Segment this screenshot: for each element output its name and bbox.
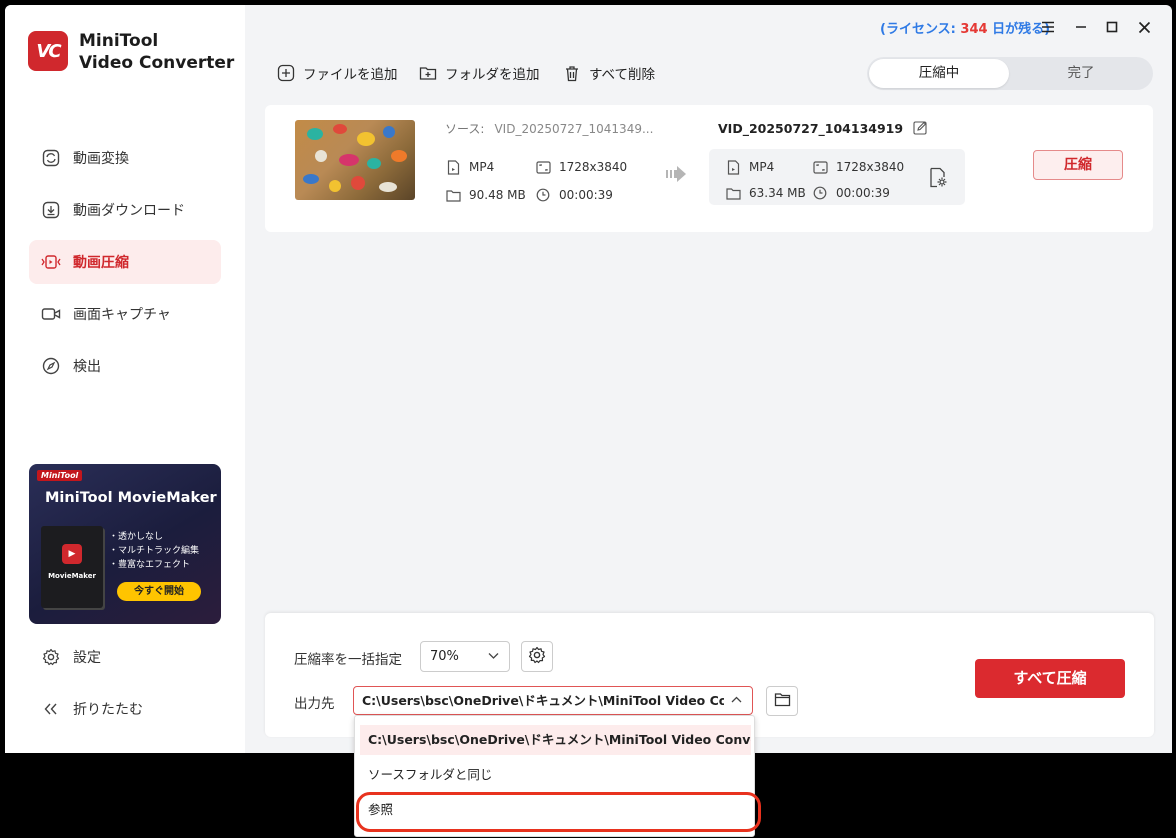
open-folder-button[interactable] — [766, 686, 798, 716]
app-logo-icon: VC — [28, 31, 68, 71]
tab-compressing[interactable]: 圧縮中 — [869, 59, 1009, 88]
source-label: ソース: VID_20250727_1041349... — [445, 122, 654, 136]
source-format: MP4 — [445, 159, 494, 175]
chevron-up-icon — [731, 687, 742, 714]
sidebar-item-download[interactable]: 動画ダウンロード — [29, 188, 221, 232]
output-resolution: 1728x3840 — [812, 159, 904, 175]
settings-label: 設定 — [73, 650, 101, 666]
add-file-button[interactable]: ファイルを追加 — [277, 62, 398, 84]
status-tab-switch: 圧縮中 完了 — [867, 57, 1153, 90]
file-video-icon — [725, 159, 741, 175]
close-icon[interactable] — [1132, 15, 1156, 39]
app-name: MiniTool Video Converter — [79, 30, 234, 74]
folder-icon — [725, 185, 741, 201]
license-days-count: 344 — [960, 22, 988, 37]
license-status[interactable]: (ライセンス: 344 日が残る) — [880, 18, 1050, 37]
product-box-name: MovieMaker — [48, 572, 96, 580]
app-name-line2: Video Converter — [79, 53, 235, 73]
minimize-icon[interactable] — [1069, 15, 1093, 39]
output-format: MP4 — [725, 159, 774, 175]
promo-feature: ・マルチトラック編集 — [109, 546, 200, 556]
sidebar-item-label: 画面キャプチャ — [73, 307, 171, 323]
download-icon — [41, 200, 61, 220]
arrow-right-icon — [665, 165, 687, 188]
promo-feature: ・透かしなし — [109, 532, 164, 542]
edit-icon[interactable] — [913, 120, 929, 136]
browse-option-highlight — [356, 792, 761, 832]
sidebar-item-convert[interactable]: 動画変換 — [29, 136, 221, 180]
menu-icon[interactable] — [1036, 15, 1060, 39]
sidebar-item-label: 動画変換 — [73, 151, 129, 167]
clock-icon — [812, 185, 828, 201]
file-video-icon — [445, 159, 461, 175]
output-path-select[interactable]: C:\Users\bsc\OneDrive\ドキュメント\MiniTool Vi… — [353, 686, 753, 715]
promo-title: MiniTool MovieMaker — [45, 490, 217, 506]
resize-icon — [535, 159, 551, 175]
source-resolution: 1728x3840 — [535, 159, 627, 175]
source-size: 90.48 MB — [445, 187, 526, 203]
camera-icon — [41, 304, 61, 324]
plus-circle-icon — [277, 64, 295, 82]
double-chevron-left-icon — [41, 699, 61, 719]
output-settings-icon[interactable] — [929, 167, 948, 188]
delete-all-button[interactable]: すべて削除 — [563, 62, 655, 84]
promo-start-button[interactable]: 今すぐ開始 — [117, 582, 201, 601]
chevron-down-icon — [488, 642, 499, 671]
output-file-name: VID_20250727_104134919 — [718, 120, 929, 136]
sidebar-item-label: 動画圧縮 — [73, 255, 129, 271]
sidebar-item-label: 動画ダウンロード — [73, 203, 185, 219]
product-box-image: ▶ MovieMaker — [41, 526, 103, 608]
moviemaker-logo-icon: ▶ — [62, 544, 82, 564]
maximize-icon[interactable] — [1100, 15, 1124, 39]
source-duration: 00:00:39 — [535, 187, 613, 203]
app-window: VC MiniTool Video Converter 動画変換 動画ダウンロー… — [5, 5, 1172, 753]
output-destination-label: 出力先 — [294, 696, 335, 712]
tab-done[interactable]: 完了 — [1011, 59, 1151, 88]
output-info-box: MP4 1728x3840 63.34 MB 00:00:39 — [709, 149, 965, 205]
compass-icon — [41, 356, 61, 376]
trash-icon — [563, 64, 581, 82]
gear-icon — [41, 647, 61, 667]
sidebar: VC MiniTool Video Converter 動画変換 動画ダウンロー… — [5, 5, 245, 753]
sidebar-item-label: 検出 — [73, 359, 101, 375]
folder-icon — [774, 692, 791, 711]
dropdown-option-default-path[interactable]: C:\Users\bsc\OneDrive\ドキュメント\MiniTool Vi… — [360, 725, 751, 755]
folder-icon — [445, 187, 461, 203]
promo-feature-list: ・透かしなし ・マルチトラック編集 ・豊富なエフェクト — [109, 530, 199, 572]
compression-settings-button[interactable] — [521, 641, 553, 672]
resize-icon — [812, 159, 828, 175]
gear-icon — [528, 646, 546, 668]
sidebar-item-capture[interactable]: 画面キャプチャ — [29, 292, 221, 336]
source-file-name: VID_20250727_1041349... — [494, 122, 654, 136]
promo-badge: MiniTool — [37, 470, 83, 481]
video-thumbnail[interactable] — [295, 120, 415, 200]
settings-button[interactable]: 設定 — [29, 635, 221, 679]
sidebar-item-discover[interactable]: 検出 — [29, 344, 221, 388]
compression-rate-label: 圧縮率を一括指定 — [294, 652, 402, 668]
folder-plus-icon — [419, 64, 437, 82]
sidebar-item-compress[interactable]: 動画圧縮 — [29, 240, 221, 284]
app-name-line1: MiniTool — [79, 31, 159, 51]
moviemaker-promo-banner[interactable]: MiniTool MiniTool MovieMaker ▶ MovieMake… — [29, 464, 221, 624]
compress-icon — [41, 252, 61, 272]
compress-button[interactable]: 圧縮 — [1033, 150, 1123, 180]
file-item-card: ソース: VID_20250727_1041349... MP4 1728x384… — [265, 105, 1153, 232]
convert-icon — [41, 148, 61, 168]
clock-icon — [535, 187, 551, 203]
add-folder-button[interactable]: フォルダを追加 — [419, 62, 540, 84]
promo-feature: ・豊富なエフェクト — [109, 560, 191, 570]
dropdown-option-same-as-source[interactable]: ソースフォルダと同じ — [360, 760, 751, 790]
collapse-sidebar-button[interactable]: 折りたたむ — [29, 687, 221, 731]
compression-rate-select[interactable]: 70% — [420, 641, 510, 672]
compress-all-button[interactable]: すべて圧縮 — [975, 659, 1125, 698]
output-duration: 00:00:39 — [812, 185, 890, 201]
collapse-label: 折りたたむ — [73, 702, 143, 718]
output-size: 63.34 MB — [725, 185, 806, 201]
